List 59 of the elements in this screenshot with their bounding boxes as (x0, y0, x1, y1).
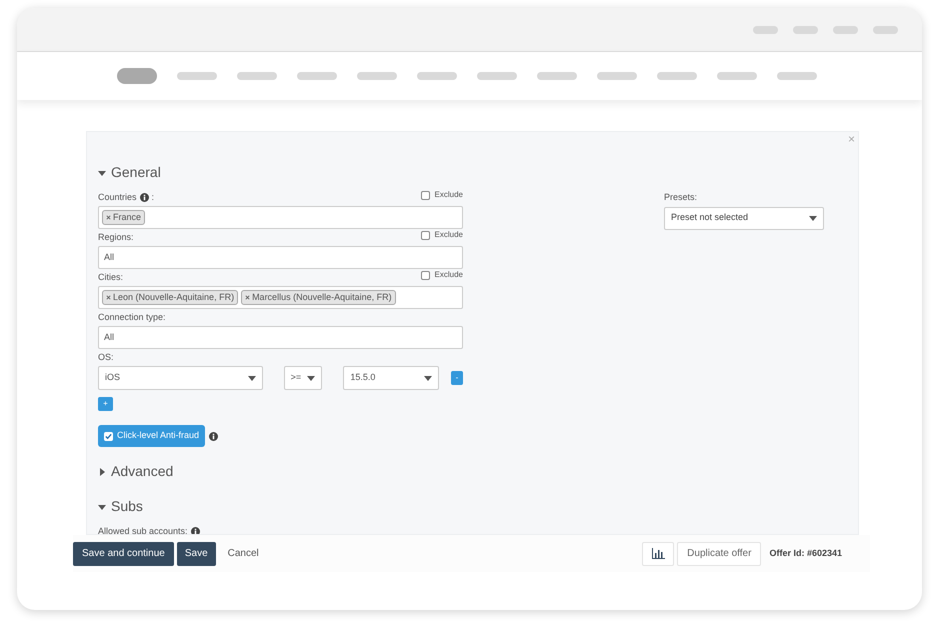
field-label: Cities: (98, 270, 124, 284)
select-field[interactable]: >= (284, 366, 322, 390)
checkbox-label: Exclude (434, 229, 463, 241)
select-field[interactable]: 15.5.0 (343, 366, 440, 390)
dropdown-caret-icon (809, 214, 817, 222)
dropdown-caret-icon (424, 374, 432, 382)
placeholder-bar (753, 26, 778, 34)
nav-item[interactable] (477, 72, 517, 80)
section-header[interactable]: General (98, 162, 463, 183)
remove-icon[interactable] (106, 215, 111, 220)
tag-chip[interactable]: France (102, 210, 146, 225)
remove-icon[interactable] (106, 295, 111, 300)
section-header[interactable]: Advanced (98, 461, 463, 482)
placeholder-bar (793, 26, 818, 34)
placeholder-bar (833, 26, 858, 34)
check-icon (105, 432, 112, 440)
tag-chip[interactable]: Marcellus (Nouvelle-Aquitaine, FR) (241, 290, 396, 305)
presets-label: Presets: (664, 191, 698, 204)
dropdown-caret-icon (248, 374, 256, 382)
stats-button[interactable] (642, 542, 674, 566)
input-field[interactable]: All (98, 246, 463, 269)
nav-item[interactable] (717, 72, 757, 80)
save-button[interactable]: Save (176, 542, 216, 566)
placeholder-bar (873, 26, 898, 34)
bar-chart-icon (652, 548, 665, 559)
duplicate-offer-button[interactable]: Duplicate offer (677, 542, 762, 566)
tag-input-field[interactable]: France (98, 206, 463, 229)
field-label: Countries (98, 190, 137, 204)
input-field[interactable]: All (98, 326, 463, 349)
exclude-checkbox[interactable] (420, 230, 430, 240)
nav-item[interactable] (297, 72, 337, 80)
dropdown-caret-icon (307, 374, 316, 382)
section-header[interactable]: Subs (98, 496, 463, 517)
nav-item[interactable] (177, 72, 217, 80)
presets-select[interactable]: Preset not selected (664, 206, 824, 230)
nav-item[interactable] (657, 72, 697, 80)
field-label: Connection type: (98, 310, 166, 324)
nav-item[interactable] (357, 72, 397, 80)
nav-item[interactable] (777, 72, 817, 80)
remove-icon[interactable] (245, 295, 250, 300)
tag-chip[interactable]: Leon (Nouvelle-Aquitaine, FR) (102, 290, 238, 305)
offer-id-text: Offer Id: #602341 (769, 546, 842, 560)
save-and-continue-button[interactable]: Save and continue (73, 542, 174, 566)
checkbox-label: Exclude (434, 189, 463, 201)
select-field[interactable]: iOS (98, 366, 263, 390)
checkbox-label: Exclude (434, 269, 463, 281)
field-label: Regions: (98, 230, 134, 244)
exclude-checkbox[interactable] (420, 190, 430, 200)
exclude-checkbox[interactable] (420, 270, 430, 280)
cancel-link[interactable]: Cancel (220, 542, 267, 566)
field-label: Allowed sub accounts: (98, 524, 188, 534)
nav-item[interactable] (417, 72, 457, 80)
field-label: OS: (98, 350, 114, 364)
nav-item[interactable] (597, 72, 637, 80)
nav-item[interactable] (237, 72, 277, 80)
nav-item[interactable] (117, 68, 157, 84)
nav-item[interactable] (537, 72, 577, 80)
tag-input-field[interactable]: Leon (Nouvelle-Aquitaine, FR) Marcellus (Nouvelle-Aquitaine, FR) (98, 286, 463, 309)
field-label-suffix: : (152, 190, 154, 204)
